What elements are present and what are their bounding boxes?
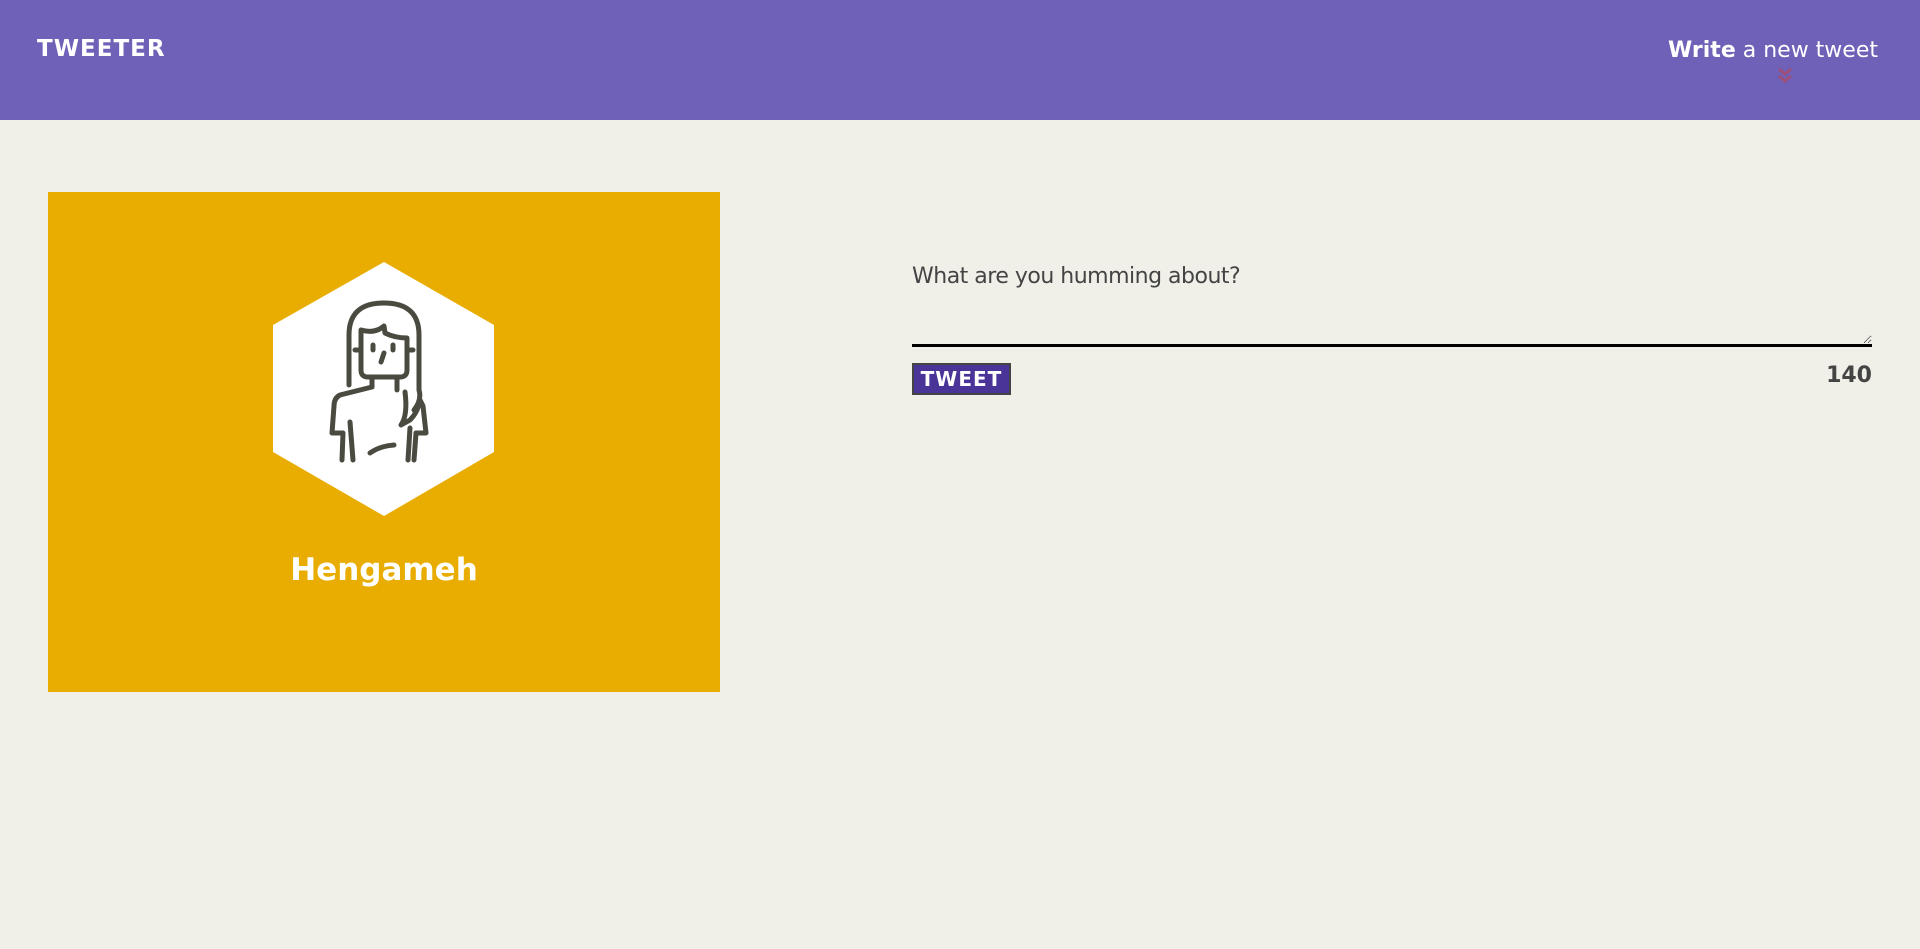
write-new-tweet-link[interactable]: Write a new tweet: [1668, 38, 1878, 63]
write-bold: Write: [1668, 38, 1736, 63]
composer-label: What are you humming about?: [912, 264, 1241, 289]
hexagon-background: [273, 262, 494, 516]
tweet-button[interactable]: TWEET: [912, 363, 1011, 395]
profile-name: Hengameh: [290, 552, 478, 588]
woman-avatar-icon: [273, 262, 494, 516]
write-rest: a new tweet: [1735, 38, 1878, 63]
tweet-composer: What are you humming about? TWEET 140: [912, 264, 1872, 397]
header: TWEETER Write a new tweet: [0, 0, 1920, 120]
logo[interactable]: TWEETER: [37, 36, 166, 62]
double-chevron-down-icon[interactable]: [1776, 66, 1794, 86]
profile-card: Hengameh: [48, 192, 720, 692]
character-counter: 140: [1826, 363, 1872, 388]
tweet-textarea[interactable]: [912, 295, 1872, 347]
